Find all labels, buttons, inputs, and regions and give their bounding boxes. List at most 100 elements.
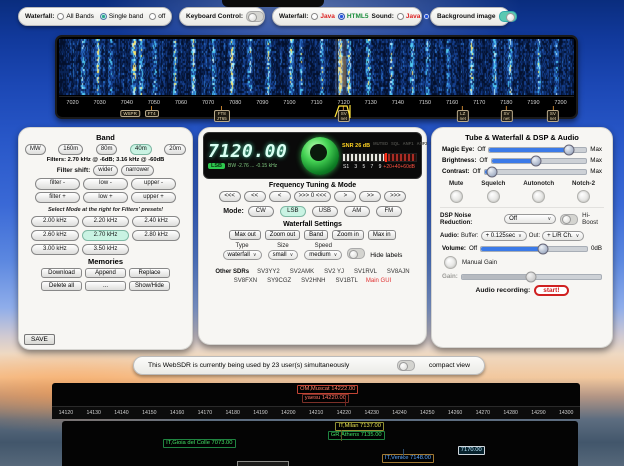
round-toggle-button[interactable] xyxy=(577,190,590,203)
sdr-link[interactable]: SV8FXN xyxy=(234,278,257,284)
mode-button[interactable]: AM xyxy=(344,206,370,217)
waterfall-zoom-button[interactable]: Max out xyxy=(229,230,260,240)
sdr-link[interactable]: SV1BTL xyxy=(336,278,358,284)
manual-gain-toggle[interactable] xyxy=(444,256,457,269)
hi-boost-toggle[interactable] xyxy=(560,214,578,225)
main-gui-link[interactable]: Main GUI xyxy=(366,278,391,284)
passband-marker-icon[interactable] xyxy=(334,105,354,118)
filter-adjust-button[interactable]: low + xyxy=(83,192,128,203)
filter-preset-button[interactable]: 3.00 kHz xyxy=(31,244,79,255)
buffer-select[interactable]: + 0.125sec ∨ xyxy=(481,231,527,241)
filter-adjust-button[interactable]: filter + xyxy=(35,192,80,203)
waterfall-zoom-button[interactable]: Zoom out xyxy=(265,230,300,240)
sdr-link[interactable]: SY9CGZ xyxy=(267,278,291,284)
station-label[interactable]: OM,Muscat 14222.00 xyxy=(297,385,358,394)
tuning-step-button[interactable]: >> xyxy=(359,191,381,202)
waterfall-spectrogram[interactable] xyxy=(59,39,574,95)
sdr-link[interactable]: SV2 YJ xyxy=(324,269,344,275)
filter-adjust-button[interactable]: upper + xyxy=(131,192,176,203)
mode-button[interactable]: CW xyxy=(248,206,274,217)
band-strip-20m[interactable]: OM,Muscat 14222.00yaesu 14220.00 1412014… xyxy=(52,383,580,419)
sdr-link[interactable]: SV2AMK xyxy=(290,269,314,275)
mode-button[interactable]: LSB xyxy=(280,206,306,217)
noise-reduction-select[interactable]: Off ∨ xyxy=(504,214,556,224)
slider-track[interactable] xyxy=(488,147,587,153)
waterfall-zoom-button[interactable]: Band xyxy=(304,230,328,240)
station-label[interactable]: GR,Athens 7135.00 xyxy=(328,431,385,440)
keyboard-control-toggle[interactable] xyxy=(246,11,264,22)
round-toggle-button[interactable] xyxy=(487,190,500,203)
band-label[interactable]: LZ net xyxy=(457,106,469,122)
record-start-button[interactable]: start! xyxy=(534,285,568,296)
slider-thumb[interactable] xyxy=(563,144,574,155)
slider-track[interactable] xyxy=(491,158,588,164)
filter-shift-button[interactable]: narrower xyxy=(121,165,155,176)
tuning-step-button[interactable]: < xyxy=(269,191,291,202)
tuning-step-button[interactable]: >>> xyxy=(384,191,406,202)
sdr-link[interactable]: SV3YY2 xyxy=(257,269,280,275)
out-select[interactable]: + L/R Ch. ∨ xyxy=(542,231,584,241)
waterfall-view-option[interactable]: Single band xyxy=(100,13,143,20)
waterfall-zoom-button[interactable]: Max in xyxy=(368,230,396,240)
mode-button[interactable]: USB xyxy=(312,206,338,217)
memory-button[interactable]: Append xyxy=(85,268,126,278)
filter-preset-button[interactable]: 2.60 kHz xyxy=(31,230,79,241)
filter-preset-button[interactable]: 2.20 kHz xyxy=(82,216,130,227)
tuning-step-button[interactable]: > xyxy=(334,191,356,202)
sdr-link[interactable]: SV1RVL xyxy=(354,269,377,275)
filter-shift-button[interactable]: wider xyxy=(93,165,117,176)
band-label[interactable]: SV net xyxy=(500,106,512,122)
memory-button[interactable]: Download xyxy=(41,268,82,278)
sdr-link[interactable]: SV8AJN xyxy=(387,269,410,275)
round-toggle-button[interactable] xyxy=(450,190,463,203)
round-toggle-button[interactable] xyxy=(532,190,545,203)
tuning-step-button[interactable]: <<< xyxy=(219,191,241,202)
band-button[interactable]: 20m xyxy=(164,144,186,155)
memory-button[interactable]: Delete all xyxy=(41,281,82,291)
volume-slider-track[interactable] xyxy=(480,246,588,252)
band-button[interactable]: 80m xyxy=(96,144,118,155)
memory-button[interactable]: ... xyxy=(85,281,126,291)
band-label[interactable]: FT8 JT65 xyxy=(214,106,230,122)
station-label[interactable]: yaesu 14220.00 xyxy=(302,394,349,403)
filter-adjust-button[interactable]: filter - xyxy=(35,178,80,189)
waterfall-select[interactable]: medium ∨ xyxy=(304,250,342,260)
band-label[interactable]: FT4 xyxy=(145,106,159,117)
slider-thumb[interactable] xyxy=(486,166,497,177)
station-label[interactable]: IT,Venice 7148.00 xyxy=(382,454,434,463)
waterfall-select[interactable]: small ∨ xyxy=(268,250,299,260)
waterfall-java-radio[interactable]: Java xyxy=(311,13,334,20)
filter-preset-button[interactable]: 2.80 kHz xyxy=(132,230,180,241)
tuning-step-button[interactable]: << xyxy=(244,191,266,202)
gain-slider-track[interactable] xyxy=(461,274,602,280)
band-label[interactable]: WSPR xyxy=(120,106,140,117)
save-button[interactable]: SAVE xyxy=(24,334,55,345)
band-label[interactable]: SV net xyxy=(547,106,559,122)
filter-preset-button[interactable]: 3.50 kHz xyxy=(82,244,130,255)
filter-adjust-button[interactable]: low - xyxy=(83,178,128,189)
waterfall-view-option[interactable]: off xyxy=(149,13,165,20)
sdr-link[interactable]: SV2HNH xyxy=(301,278,325,284)
station-label[interactable]: IT,Gioia del Colle 7073.00 xyxy=(163,439,235,448)
slider-thumb[interactable] xyxy=(531,155,542,166)
tuning-knob[interactable] xyxy=(301,137,339,175)
band-button[interactable]: MW xyxy=(25,144,46,155)
waterfall-view-option[interactable]: All Bands xyxy=(57,13,93,20)
memory-button[interactable]: Replace xyxy=(129,268,170,278)
slider-track[interactable] xyxy=(484,169,588,175)
filter-adjust-button[interactable]: upper - xyxy=(131,178,176,189)
filter-preset-button[interactable]: 2.00 kHz xyxy=(31,216,79,227)
station-label[interactable]: 7170.00 xyxy=(458,446,485,455)
filter-preset-button[interactable]: 2.40 kHz xyxy=(132,216,180,227)
band-strip-40m[interactable]: IT,Milan 7137.00GR,Athens 7135.00IT,Gioi… xyxy=(62,421,578,466)
background-image-toggle[interactable] xyxy=(499,11,517,22)
band-button[interactable]: 160m xyxy=(58,144,83,155)
memory-button[interactable]: Show/Hide xyxy=(129,281,170,291)
compact-view-toggle[interactable] xyxy=(397,360,415,371)
filter-preset-button[interactable]: 2.70 kHz xyxy=(82,230,130,241)
slider-thumb[interactable] xyxy=(537,243,548,254)
slider-thumb[interactable] xyxy=(526,271,537,282)
waterfall-zoom-button[interactable]: Zoom in xyxy=(332,230,364,240)
waterfall-html5-radio[interactable]: HTML5 xyxy=(338,13,369,20)
tuning-step-button[interactable]: >>> 0 <<< xyxy=(294,191,332,202)
